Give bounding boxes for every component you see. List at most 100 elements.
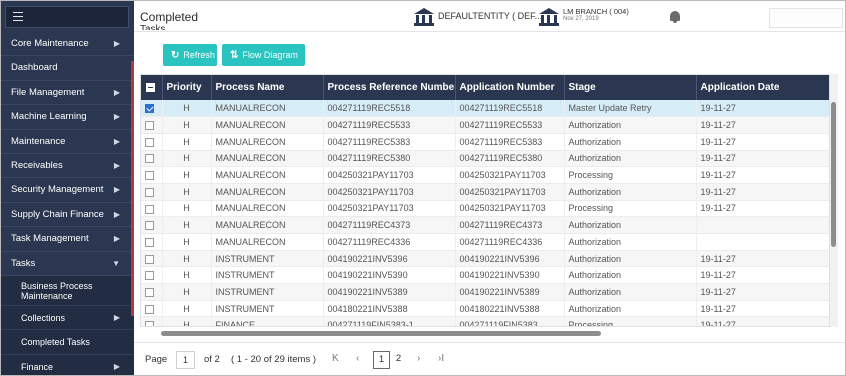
row-checkbox[interactable] — [145, 137, 154, 147]
stage-cell: Authorization — [564, 266, 697, 284]
table-row[interactable]: H MANUALRECON 004271119REC4373 004271119REC… — [141, 216, 829, 234]
flow-diagram-button[interactable]: ⇅ Flow Diagram — [222, 44, 305, 66]
col-process-ref[interactable]: Process Reference Number — [323, 75, 456, 100]
sidebar-item-machine-learning[interactable]: Machine Learning ▶ — [1, 105, 134, 130]
first-page-icon[interactable]: K — [332, 353, 339, 364]
row-checkbox[interactable] — [145, 254, 154, 264]
table-row[interactable]: H MANUALRECON 004250321PAY11703 004250321PA… — [141, 166, 829, 184]
select-all-checkbox[interactable] — [146, 82, 155, 92]
table-row[interactable]: H MANUALRECON 004271119REC5380 004271119REC… — [141, 150, 829, 167]
col-process-name[interactable]: Process Name — [211, 75, 324, 100]
menu-toggle[interactable] — [5, 6, 129, 28]
sidebar-item-supply-chain-finance[interactable]: Supply Chain Finance ▶ — [1, 203, 134, 228]
sidebar-item-maintenance[interactable]: Maintenance ▶ — [1, 130, 134, 154]
application-number-cell: 004271119REC5383 — [455, 133, 565, 151]
sidebar-subitem-business-process-maintenance[interactable]: Business Process Maintenance — [1, 275, 134, 306]
process-ref-cell: 004271119REC4336 — [323, 233, 456, 251]
select-all-header[interactable] — [141, 75, 163, 100]
bell-icon[interactable] — [668, 10, 682, 24]
application-date-cell: 19-11-27 — [696, 316, 829, 326]
row-checkbox[interactable] — [145, 121, 154, 131]
process-name-cell: MANUALRECON — [211, 100, 324, 117]
col-stage[interactable]: Stage — [564, 75, 697, 100]
next-page-icon[interactable]: › — [417, 353, 420, 364]
sidebar-item-dashboard[interactable]: Dashboard — [1, 56, 134, 81]
table-row[interactable]: H MANUALRECON 004271119REC5518 004271119REC… — [141, 100, 829, 117]
table-row[interactable]: H MANUALRECON 004271119REC5533 004271119REC… — [141, 116, 829, 134]
stage-cell: Authorization — [564, 300, 697, 317]
row-select-cell[interactable] — [141, 150, 163, 167]
page-button-2[interactable]: 2 — [390, 351, 407, 369]
sidebar: Core Maintenance ▶ Dashboard File Managemen… — [1, 1, 134, 375]
row-select-cell[interactable] — [141, 133, 163, 151]
sidebar-item-file-management[interactable]: File Management ▶ — [1, 81, 134, 106]
table-row[interactable]: H FINANCE 004271119FIN5383-1 004271119FIN53… — [141, 316, 829, 326]
sidebar-item-security-management[interactable]: Security Management ▶ — [1, 178, 134, 203]
row-select-cell[interactable] — [141, 233, 163, 251]
col-application-number[interactable]: Application Number — [455, 75, 565, 100]
page-number-input[interactable]: 1 — [176, 351, 195, 369]
vertical-scroll-thumb[interactable] — [831, 102, 836, 247]
row-checkbox[interactable] — [145, 171, 154, 181]
row-checkbox[interactable] — [145, 221, 154, 231]
row-select-cell[interactable] — [141, 250, 163, 267]
last-page-icon[interactable]: ›I — [438, 353, 444, 364]
row-select-cell[interactable] — [141, 283, 163, 301]
row-checkbox[interactable] — [145, 104, 154, 114]
table-row[interactable]: H INSTRUMENT 004190221INV5396 004190221INV5… — [141, 250, 829, 267]
row-select-cell[interactable] — [141, 116, 163, 134]
row-select-cell[interactable] — [141, 200, 163, 217]
row-select-cell[interactable] — [141, 100, 163, 117]
application-number-cell: 004250321PAY11703 — [455, 183, 565, 201]
sidebar-subitem-label: Completed Tasks — [21, 337, 90, 348]
priority-cell: H — [162, 150, 212, 167]
branch-selector[interactable]: LM BRANCH ( 004) — [563, 7, 629, 16]
priority-cell: H — [162, 216, 212, 234]
row-select-cell[interactable] — [141, 166, 163, 184]
sidebar-item-task-management[interactable]: Task Management ▶ — [1, 227, 134, 252]
table-row[interactable]: H MANUALRECON 004271119REC5383 004271119REC… — [141, 133, 829, 151]
table-row[interactable]: H MANUALRECON 004250321PAY11703 004250321PA… — [141, 183, 829, 201]
priority-cell: H — [162, 300, 212, 317]
hamburger-icon[interactable] — [13, 12, 23, 22]
sidebar-subitem-completed-tasks[interactable]: Completed Tasks — [1, 330, 134, 355]
page-button-1[interactable]: 1 — [373, 351, 390, 369]
row-checkbox[interactable] — [145, 237, 154, 247]
process-ref-cell: 004180221INV5388 — [323, 300, 456, 317]
user-menu[interactable] — [769, 8, 843, 28]
col-priority[interactable]: Priority — [162, 75, 212, 100]
sidebar-subitem-collections[interactable]: Collections ▶ — [1, 305, 134, 331]
sidebar-subitem-finance[interactable]: Finance ▶ — [1, 354, 134, 375]
row-checkbox[interactable] — [145, 287, 154, 297]
process-ref-cell: 004250321PAY11703 — [323, 166, 456, 184]
table-row[interactable]: H INSTRUMENT 004180221INV5388 004180221INV5… — [141, 300, 829, 317]
col-application-date[interactable]: Application Date — [696, 75, 829, 100]
sidebar-scroll-indicator[interactable] — [131, 61, 134, 316]
row-checkbox[interactable] — [145, 204, 154, 214]
row-select-cell[interactable] — [141, 316, 163, 326]
sidebar-item-tasks[interactable]: Tasks ▼ — [1, 252, 134, 276]
grid-vertical-scrollbar[interactable] — [830, 74, 838, 327]
prev-page-icon[interactable]: ‹ — [356, 353, 359, 364]
refresh-button[interactable]: ↻ Refresh — [163, 44, 217, 66]
table-row[interactable]: H INSTRUMENT 004190221INV5389 004190221INV5… — [141, 283, 829, 301]
table-row[interactable]: H MANUALRECON 004250321PAY11703 004250321PA… — [141, 200, 829, 217]
row-select-cell[interactable] — [141, 300, 163, 317]
entity-selector[interactable]: DEFAULTENTITY ( DEF... — [438, 11, 542, 21]
row-select-cell[interactable] — [141, 183, 163, 201]
sidebar-item-core-maintenance[interactable]: Core Maintenance ▶ — [1, 32, 134, 57]
table-row[interactable]: H MANUALRECON 004271119REC4336 004271119REC… — [141, 233, 829, 251]
row-checkbox[interactable] — [145, 154, 154, 164]
row-select-cell[interactable] — [141, 216, 163, 234]
sidebar-item-receivables[interactable]: Receivables ▶ — [1, 154, 134, 179]
table-row[interactable]: H INSTRUMENT 004190221INV5390 004190221INV5… — [141, 266, 829, 284]
row-checkbox[interactable] — [145, 304, 154, 314]
row-checkbox[interactable] — [145, 187, 154, 197]
flow-diagram-label: Flow Diagram — [242, 50, 298, 60]
row-select-cell[interactable] — [141, 266, 163, 284]
application-date-cell: 19-11-27 — [696, 283, 829, 301]
grid-horizontal-scrollbar[interactable] — [161, 331, 601, 336]
row-checkbox[interactable] — [145, 321, 154, 326]
row-checkbox[interactable] — [145, 271, 154, 281]
stage-cell: Authorization — [564, 233, 697, 251]
